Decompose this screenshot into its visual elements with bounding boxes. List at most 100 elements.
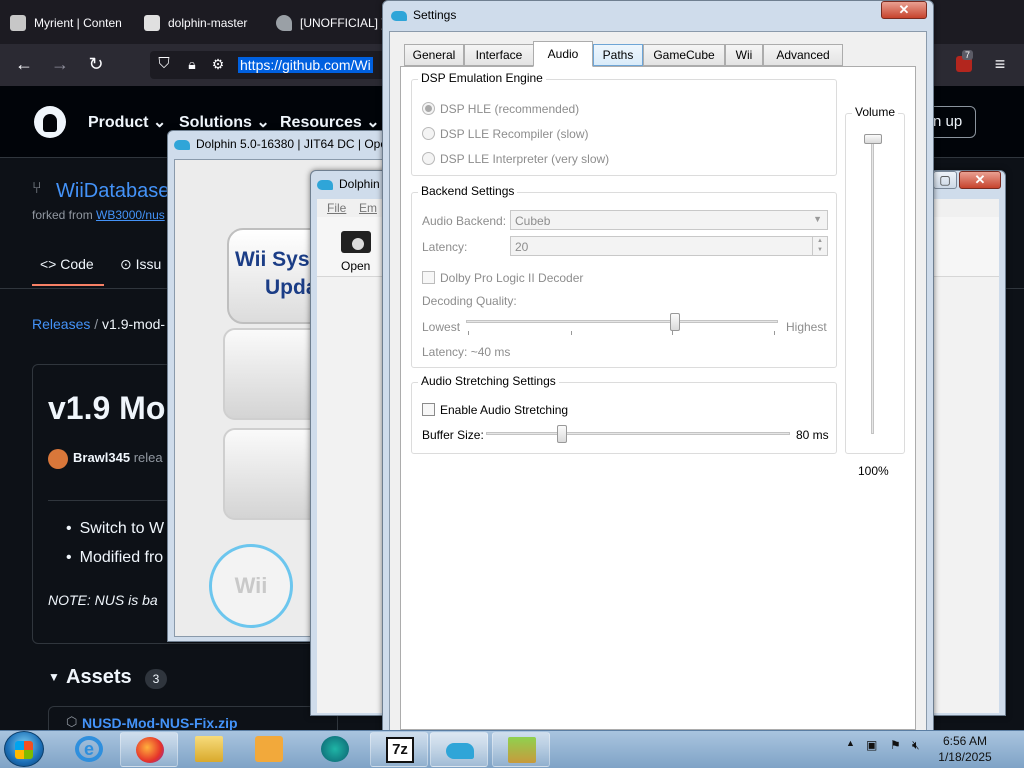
github-favicon-icon — [144, 15, 160, 31]
tab-issues[interactable]: ⊙ Issu — [120, 256, 161, 273]
buffer-size-track[interactable] — [486, 432, 790, 435]
installer-icon — [508, 737, 536, 763]
audio-backend-select[interactable]: Cubeb ▼ — [510, 210, 828, 230]
reload-icon[interactable]: ↻ — [84, 52, 108, 76]
stretching-group: Audio Stretching Settings Enable Audio S… — [411, 374, 837, 454]
latency-readout: Latency: ~40 ms — [422, 345, 511, 359]
github-logo-icon[interactable] — [34, 106, 66, 138]
triangle-down-icon[interactable]: ▼ — [48, 670, 60, 684]
start-button[interactable] — [4, 731, 44, 767]
breadcrumb-current: v1.9-mod- — [102, 316, 166, 332]
release-title: v1.9 Mo — [48, 390, 166, 426]
flag-icon[interactable]: ⚑ — [890, 738, 901, 752]
breadcrumb: Releases / v1.9-mod- — [32, 316, 166, 332]
browser-tab-dolphin-master[interactable]: dolphin-master — [144, 8, 252, 38]
menu-file[interactable]: File — [327, 201, 346, 215]
taskbar-firefox[interactable] — [120, 732, 178, 767]
forked-from-link[interactable]: WB3000/nus — [96, 208, 165, 222]
taskbar-dolphin[interactable] — [430, 732, 488, 767]
volume-slider[interactable] — [864, 134, 882, 144]
nav-resources[interactable]: Resources ⌄ — [280, 112, 380, 132]
dolby-checkbox[interactable]: Dolby Pro Logic II Decoder — [422, 271, 583, 285]
issues-icon: ⊙ — [120, 256, 132, 272]
assets-count-badge: 3 — [145, 669, 167, 689]
close-button[interactable]: ✕ — [959, 171, 1001, 189]
window-title: Dolphin 5.0-16380 | JIT64 DC | Ope — [174, 137, 384, 151]
forward-arrow-icon[interactable]: → — [48, 52, 72, 76]
volume-muted-icon[interactable]: 🔇︎ — [912, 738, 920, 753]
repo-name-link[interactable]: WiiDatabase — [56, 180, 169, 203]
decoding-quality-track[interactable] — [466, 320, 778, 323]
tab-general[interactable]: General — [404, 44, 464, 66]
lock-icon[interactable]: 🔒︎ — [180, 52, 204, 76]
enable-stretching-checkbox[interactable]: Enable Audio Stretching — [422, 403, 568, 417]
asset-link[interactable]: NUSD-Mod-NUS-Fix.zip — [82, 715, 238, 731]
forked-from: forked from WB3000/nus — [32, 208, 165, 222]
dsp-lle-recompiler-radio[interactable]: DSP LLE Recompiler (slow) — [422, 127, 589, 141]
dolphin-logo-icon — [391, 10, 407, 21]
taskbar-internet-explorer[interactable]: e — [60, 732, 118, 767]
maximize-button[interactable]: ▢ — [933, 171, 957, 189]
assets-heading[interactable]: Assets — [66, 666, 132, 689]
taskbar-app[interactable] — [306, 732, 364, 767]
dsp-hle-radio[interactable]: DSP HLE (recommended) — [422, 102, 579, 116]
browser-tab-myrient[interactable]: Myrient | Conten — [10, 8, 130, 38]
release-author: Brawl345 relea — [73, 450, 163, 465]
dolphin-icon — [446, 743, 474, 759]
buffer-size-label: Buffer Size: — [422, 428, 484, 442]
package-icon: ⬡ — [66, 714, 78, 729]
tab-interface[interactable]: Interface — [464, 44, 534, 66]
quality-highest-label: Highest — [786, 320, 827, 334]
windows-logo-icon — [15, 741, 33, 759]
show-hidden-icons[interactable]: ▲ — [846, 738, 855, 748]
browser-tab-unofficial[interactable]: [UNOFFICIAL] ] — [276, 8, 382, 38]
network-icon[interactable]: ▣ — [866, 738, 877, 752]
nav-product[interactable]: Product ⌄ — [88, 112, 166, 132]
hamburger-menu-icon[interactable]: ≡ — [988, 52, 1012, 76]
audio-backend-label: Audio Backend: — [422, 214, 507, 228]
taskbar-clock[interactable]: 6:56 AM 1/18/2025 — [930, 733, 1000, 765]
menu-emulation[interactable]: Em — [359, 201, 377, 215]
group-title: Volume — [852, 105, 899, 119]
tab-paths[interactable]: Paths — [593, 44, 643, 66]
tab-advanced[interactable]: Advanced — [763, 44, 843, 66]
dsp-lle-interpreter-radio[interactable]: DSP LLE Interpreter (very slow) — [422, 152, 609, 166]
group-title: Backend Settings — [418, 184, 518, 198]
code-icon: <> — [40, 256, 57, 272]
wii-logo: Wii — [209, 544, 293, 628]
dsp-group: DSP Emulation Engine DSP HLE (recommende… — [411, 71, 837, 176]
taskbar-explorer[interactable] — [180, 732, 238, 767]
slider-tick — [571, 331, 572, 335]
myrient-favicon-icon — [10, 15, 26, 31]
latency-spinbox[interactable]: 20 ▲ ▼ — [510, 236, 828, 256]
buffer-size-value: 80 ms — [796, 428, 829, 442]
browser-tab-label: [UNOFFICIAL] ] — [300, 16, 382, 30]
shield-icon[interactable]: ⛉ — [152, 52, 176, 76]
tab-wii[interactable]: Wii — [725, 44, 763, 66]
active-tab-underline — [32, 284, 104, 286]
group-title: Audio Stretching Settings — [418, 374, 559, 388]
avatar[interactable] — [48, 449, 68, 469]
tab-code[interactable]: <> Code — [40, 256, 94, 272]
close-button[interactable]: ✕ — [881, 1, 927, 19]
taskbar-installer[interactable] — [492, 732, 550, 767]
taskbar-7zip[interactable]: 7z — [370, 732, 428, 767]
open-button[interactable]: Open — [341, 259, 370, 273]
decoding-quality-slider[interactable] — [670, 313, 681, 331]
url-text[interactable]: https://github.com/Wi — [238, 57, 373, 73]
tab-gamecube[interactable]: GameCube — [643, 44, 725, 66]
open-disc-icon[interactable] — [341, 231, 371, 253]
media-player-icon — [255, 736, 283, 762]
internet-explorer-icon: e — [75, 736, 103, 762]
audio-pane: DSP Emulation Engine DSP HLE (recommende… — [400, 66, 916, 730]
folder-icon — [195, 736, 223, 762]
back-arrow-icon[interactable]: ← — [12, 52, 36, 76]
buffer-size-slider[interactable] — [557, 425, 567, 443]
tab-audio[interactable]: Audio — [533, 41, 593, 67]
taskbar-media-player[interactable] — [240, 732, 298, 767]
latency-label: Latency: — [422, 240, 468, 254]
nav-solutions[interactable]: Solutions ⌄ — [179, 112, 270, 132]
volume-track[interactable] — [871, 134, 874, 434]
permissions-icon[interactable]: ⚙ — [206, 52, 230, 76]
breadcrumb-releases-link[interactable]: Releases — [32, 316, 90, 332]
